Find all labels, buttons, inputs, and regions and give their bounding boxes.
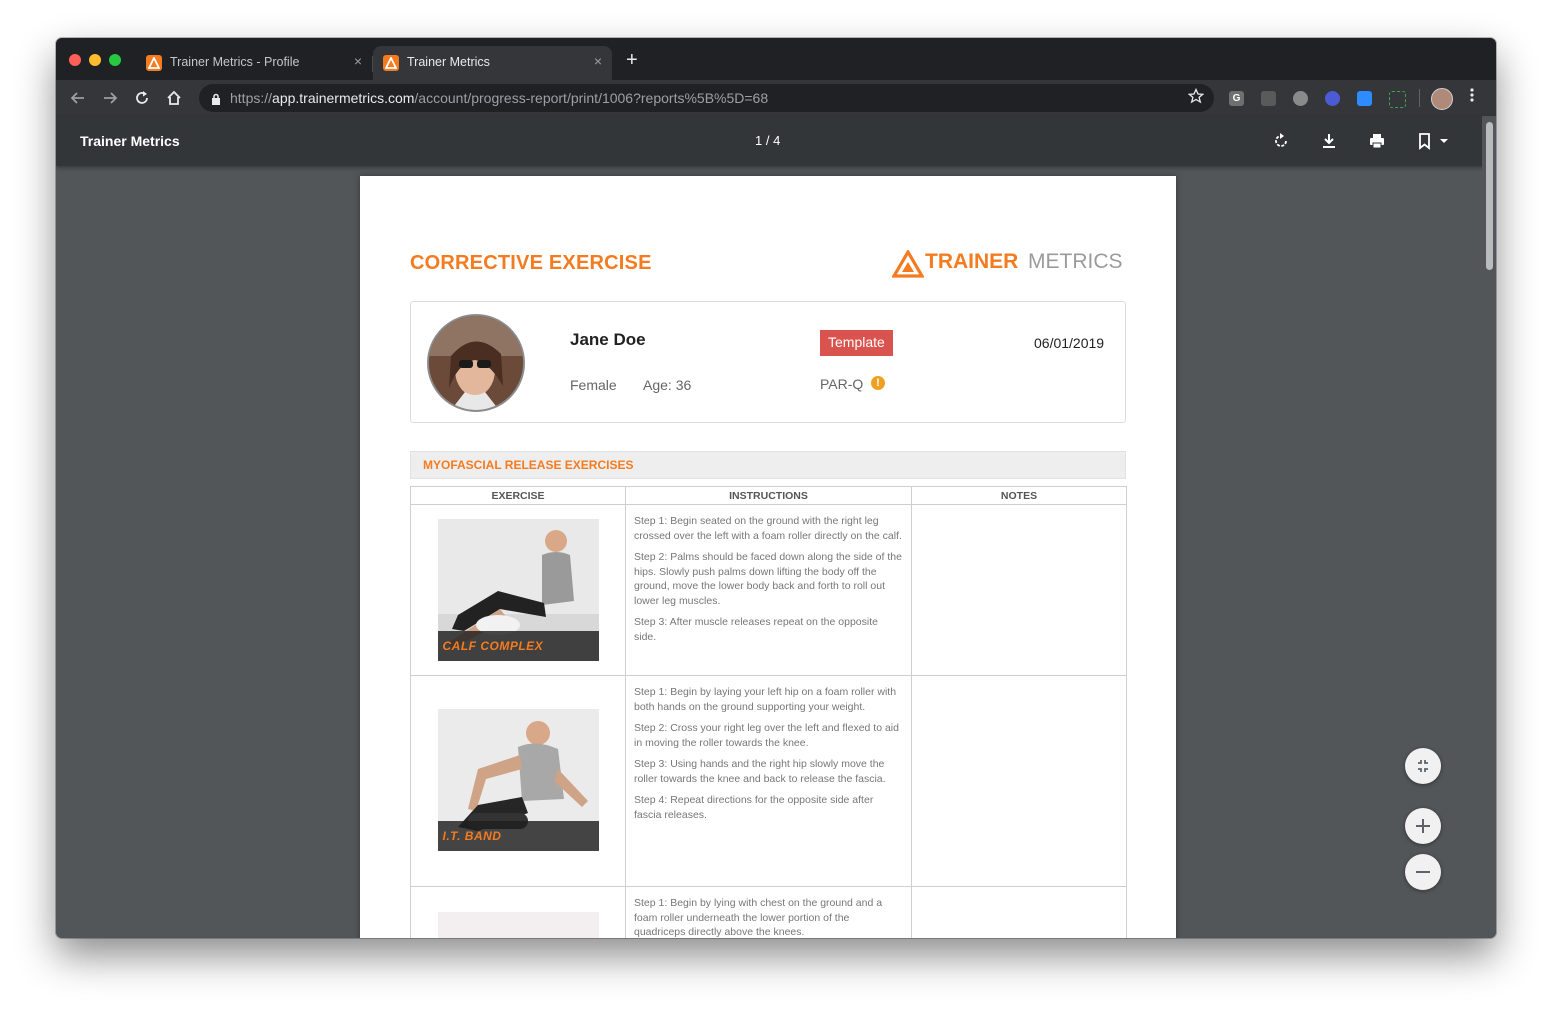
tab-strip: Trainer Metrics - Profile × Trainer Metr… bbox=[56, 38, 1496, 80]
instruction-step: Step 2: Cross your right leg over the le… bbox=[634, 722, 899, 749]
client-profile-card: Jane Doe Female Age: 36 Template PAR-Q !… bbox=[410, 301, 1126, 423]
instruction-step: Step 3: After muscle releases repeat on … bbox=[634, 616, 878, 643]
exercise-cell: I.T. BAND bbox=[410, 675, 626, 887]
scrollbar-thumb[interactable] bbox=[1486, 122, 1493, 270]
exercise-cell bbox=[410, 886, 626, 938]
parq-label: PAR-Q bbox=[820, 376, 864, 392]
url-domain: app.trainermetrics.com bbox=[272, 90, 415, 106]
logo-text-trainer: TRAINER bbox=[925, 250, 1019, 273]
zoom-in-icon bbox=[1405, 808, 1441, 856]
zoom-out-button[interactable] bbox=[1405, 854, 1441, 890]
instruction-step: Step 1: Begin by lying with chest on the… bbox=[634, 897, 883, 938]
extension-g-icon[interactable]: G bbox=[1229, 91, 1244, 106]
notes-cell bbox=[911, 675, 1127, 887]
address-bar[interactable]: https://app.trainermetrics.com/account/p… bbox=[199, 84, 1214, 112]
url-path: /account/progress-report/print/1006?repo… bbox=[414, 90, 769, 106]
extension-screenshot-icon[interactable] bbox=[1389, 91, 1406, 108]
bookmark-icon[interactable] bbox=[1416, 131, 1452, 151]
column-header-exercise: EXERCISE bbox=[410, 486, 626, 505]
trainer-metrics-favicon-icon bbox=[146, 55, 162, 71]
client-photo bbox=[427, 314, 525, 412]
url-text: https://app.trainermetrics.com/account/p… bbox=[230, 90, 768, 106]
new-tab-button[interactable]: + bbox=[626, 50, 638, 70]
pdf-page: CORRECTIVE EXERCISE TRAINER METRICS Jane… bbox=[360, 176, 1176, 938]
bookmark-star-icon[interactable] bbox=[1187, 87, 1205, 109]
tab-close-icon[interactable]: × bbox=[354, 53, 362, 69]
fit-to-page-icon bbox=[1405, 748, 1441, 796]
zoom-in-button[interactable] bbox=[1405, 808, 1441, 844]
exercise-cell: CALF COMPLEX bbox=[410, 504, 626, 676]
exercise-image: I.T. BAND bbox=[437, 709, 599, 851]
tab-trainer-metrics[interactable]: Trainer Metrics × bbox=[373, 46, 612, 80]
table-row: I.T. BAND Step 1: Begin by laying your l… bbox=[410, 675, 1127, 887]
table-row: CALF COMPLEX Step 1: Begin seated on the… bbox=[410, 504, 1127, 676]
instruction-step: Step 1: Begin by laying your left hip on… bbox=[634, 686, 897, 713]
instructions-cell: Step 1: Begin by lying with chest on the… bbox=[625, 886, 912, 938]
report-date: 06/01/2019 bbox=[1034, 335, 1105, 351]
url-scheme: https:// bbox=[230, 90, 273, 106]
browser-toolbar: https://app.trainermetrics.com/account/p… bbox=[56, 80, 1496, 116]
browser-menu-icon[interactable] bbox=[1470, 87, 1474, 108]
lock-icon bbox=[211, 92, 221, 110]
extension-zoom-icon[interactable] bbox=[1357, 91, 1372, 106]
notes-cell bbox=[911, 504, 1127, 676]
exercise-label-overlay: I.T. BAND bbox=[437, 821, 599, 851]
close-window-button[interactable] bbox=[69, 54, 81, 66]
pdf-title: Trainer Metrics bbox=[80, 133, 180, 149]
logo-text-metrics: METRICS bbox=[1028, 250, 1123, 273]
instruction-step: Step 2: Palms should be faced down along… bbox=[634, 551, 902, 607]
rotate-icon[interactable] bbox=[1271, 131, 1291, 151]
back-icon[interactable] bbox=[69, 89, 87, 107]
tab-close-icon[interactable]: × bbox=[594, 53, 602, 69]
instructions-cell: Step 1: Begin seated on the ground with … bbox=[625, 504, 912, 676]
trainer-metrics-favicon-icon bbox=[383, 55, 399, 71]
tab-title: Trainer Metrics bbox=[407, 55, 490, 69]
extension-shield-icon[interactable] bbox=[1325, 91, 1340, 106]
extension-circle-icon[interactable] bbox=[1293, 91, 1308, 106]
exercise-label: I.T. BAND bbox=[442, 829, 502, 843]
client-name: Jane Doe bbox=[570, 330, 646, 349]
instruction-step: Step 3: Using hands and the right hip sl… bbox=[634, 758, 886, 785]
section-header: MYOFASCIAL RELEASE EXERCISES bbox=[410, 451, 1126, 479]
pdf-toolbar: Trainer Metrics 1 / 4 bbox=[56, 116, 1496, 166]
notes-cell bbox=[911, 886, 1127, 938]
browser-window: Trainer Metrics - Profile × Trainer Metr… bbox=[56, 38, 1496, 938]
home-icon[interactable] bbox=[165, 89, 183, 107]
minimize-window-button[interactable] bbox=[89, 54, 101, 66]
download-icon[interactable] bbox=[1319, 131, 1339, 151]
print-icon[interactable] bbox=[1367, 131, 1387, 151]
exercise-image: CALF COMPLEX bbox=[437, 519, 599, 661]
document-heading: CORRECTIVE EXERCISE bbox=[410, 252, 652, 274]
maximize-window-button[interactable] bbox=[109, 54, 121, 66]
table-header-row: EXERCISE INSTRUCTIONS NOTES bbox=[410, 486, 1127, 505]
exercise-label: CALF COMPLEX bbox=[442, 639, 544, 653]
instructions-cell: Step 1: Begin by laying your left hip on… bbox=[625, 675, 912, 887]
column-header-instructions: INSTRUCTIONS bbox=[625, 486, 912, 505]
instruction-step: Step 4: Repeat directions for the opposi… bbox=[634, 794, 874, 821]
extension-hubspot-icon[interactable] bbox=[1261, 91, 1276, 106]
forward-icon[interactable] bbox=[101, 89, 119, 107]
client-age: Age: 36 bbox=[643, 377, 692, 393]
section-title: MYOFASCIAL RELEASE EXERCISES bbox=[423, 458, 634, 472]
page-indicator[interactable]: 1 / 4 bbox=[755, 133, 780, 148]
column-header-notes: NOTES bbox=[911, 486, 1127, 505]
profile-avatar[interactable] bbox=[1431, 88, 1453, 110]
instruction-step: Step 1: Begin seated on the ground with … bbox=[634, 515, 902, 542]
zoom-out-icon bbox=[1405, 854, 1441, 902]
client-gender: Female bbox=[570, 377, 617, 393]
exercise-image bbox=[437, 912, 599, 938]
tab-title: Trainer Metrics - Profile bbox=[170, 55, 300, 69]
exercise-label-overlay: CALF COMPLEX bbox=[437, 631, 599, 661]
exercise-table: EXERCISE INSTRUCTIONS NOTES CALF COMPLEX… bbox=[410, 486, 1127, 938]
toolbar-divider bbox=[1419, 89, 1420, 107]
tab-trainer-metrics-profile[interactable]: Trainer Metrics - Profile × bbox=[136, 46, 372, 80]
reload-icon[interactable] bbox=[133, 89, 151, 107]
template-badge: Template bbox=[820, 330, 893, 356]
logo-triangle-icon bbox=[892, 250, 924, 278]
table-row: Step 1: Begin by lying with chest on the… bbox=[410, 886, 1127, 938]
parq-alert-icon: ! bbox=[871, 376, 885, 390]
fit-to-page-button[interactable] bbox=[1405, 748, 1441, 784]
